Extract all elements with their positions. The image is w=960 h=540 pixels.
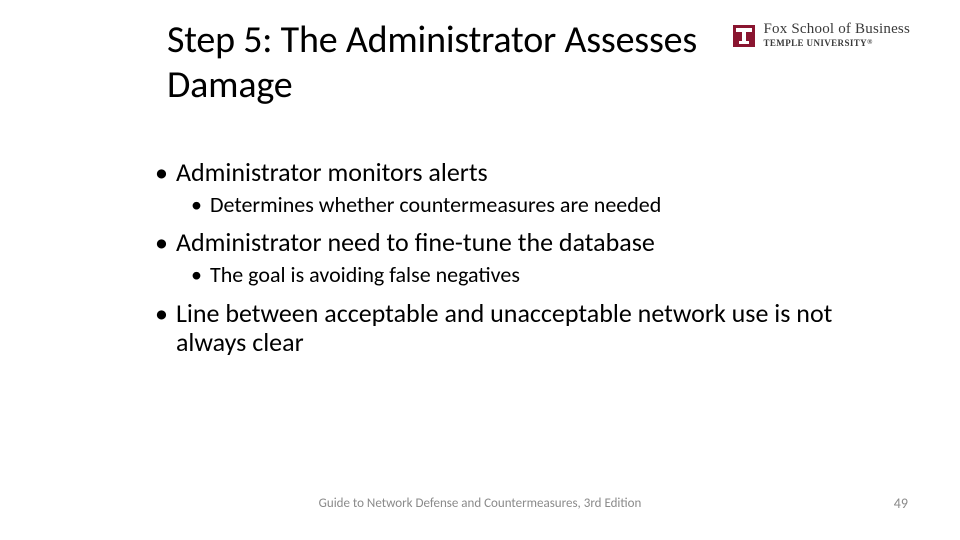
school-logo: Fox School of Business TEMPLE UNIVERSITY… (730, 22, 911, 50)
temple-t-icon (730, 22, 758, 50)
list-item: • Administrator need to fine-tune the da… (155, 228, 875, 288)
slide-body: • Administrator monitors alerts • Determ… (155, 148, 875, 362)
bullet-icon: • (155, 158, 168, 188)
bullet-icon: • (155, 299, 168, 329)
slide-title: Step 5: The Administrator Assesses Damag… (167, 18, 767, 108)
list-subitem: • The goal is avoiding false negatives (191, 262, 875, 288)
logo-text: Fox School of Business TEMPLE UNIVERSITY… (764, 22, 911, 48)
bullet-icon: • (155, 228, 168, 258)
bullet-text: Administrator monitors alerts (176, 158, 488, 188)
list-item: • Administrator monitors alerts • Determ… (155, 158, 875, 218)
footer-source: Guide to Network Defense and Countermeas… (0, 496, 960, 511)
bullet-icon: • (191, 192, 202, 218)
slide-footer: Guide to Network Defense and Countermeas… (0, 495, 960, 512)
logo-line2: TEMPLE UNIVERSITY® (764, 39, 911, 48)
bullet-icon: • (191, 262, 202, 288)
bullet-text: Administrator need to fine-tune the data… (176, 228, 655, 258)
bullet-text: The goal is avoiding false negatives (210, 262, 520, 288)
logo-line1: Fox School of Business (764, 22, 911, 37)
bullet-text: Line between acceptable and unacceptable… (176, 299, 875, 359)
bullet-text: Determines whether countermeasures are n… (210, 192, 661, 218)
slide: Step 5: The Administrator Assesses Damag… (0, 0, 960, 540)
list-subitem: • Determines whether countermeasures are… (191, 192, 875, 218)
list-item: • Line between acceptable and unacceptab… (155, 299, 875, 359)
